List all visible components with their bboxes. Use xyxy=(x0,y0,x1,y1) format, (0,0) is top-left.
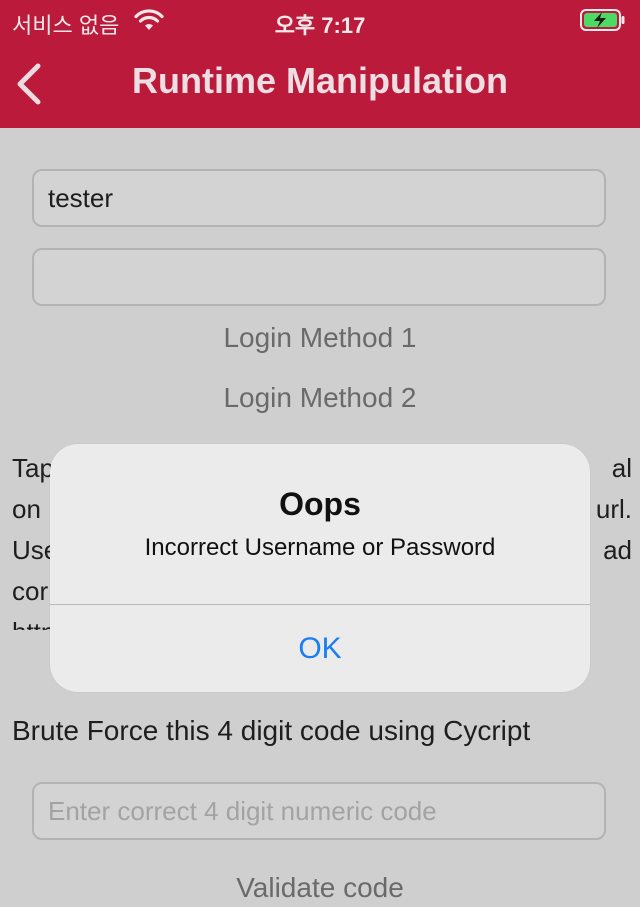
login-method-1-button[interactable]: Login Method 1 xyxy=(0,322,640,354)
alert-message: Incorrect Username or Password xyxy=(144,534,496,561)
status-time: 오후 7:17 xyxy=(274,13,366,38)
desc-fragment-2: url. xyxy=(595,494,632,524)
alert-dialog: Oops Incorrect Username or Password OK xyxy=(50,444,590,692)
desc-line-5: http xyxy=(12,612,55,630)
login-method-2-button[interactable]: Login Method 2 xyxy=(0,382,640,414)
page-title: Runtime Manipulation xyxy=(132,60,508,101)
desc-fragment-3: ad xyxy=(603,535,632,565)
desc-line-1: Tap xyxy=(12,453,54,483)
desc-fragment-1: al xyxy=(611,453,632,483)
battery-charging-icon xyxy=(580,9,625,31)
alert-title: Oops xyxy=(279,486,361,522)
desc-line-2: on xyxy=(12,494,41,524)
password-field[interactable] xyxy=(32,248,606,306)
code-input[interactable]: Enter correct 4 digit numeric code xyxy=(32,782,606,840)
username-field[interactable]: tester xyxy=(32,169,606,227)
validate-code-button[interactable]: Validate code xyxy=(0,872,640,904)
navigation-bar: 서비스 없음 오후 7:17 Runtime Manipulation xyxy=(0,0,640,128)
alert-ok-button[interactable]: OK xyxy=(50,605,590,692)
status-bar: 서비스 없음 오후 7:17 xyxy=(0,0,640,40)
desc-line-4: cor xyxy=(12,576,49,606)
brute-force-label: Brute Force this 4 digit code using Cycr… xyxy=(12,715,531,746)
